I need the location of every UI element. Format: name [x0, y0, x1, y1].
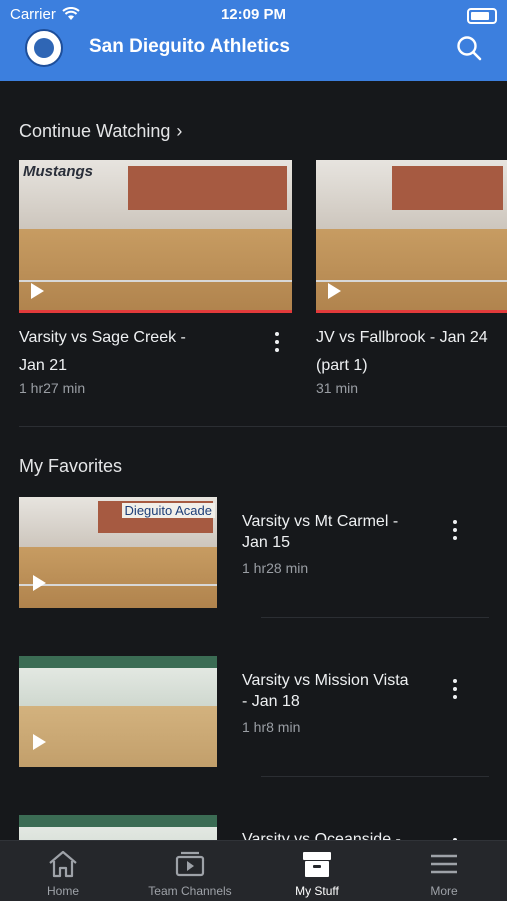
video-thumbnail[interactable] — [316, 160, 507, 313]
status-bar: Carrier 12:09 PM — [0, 6, 507, 26]
video-title: Varsity vs Mission Vista - Jan 18 — [242, 670, 442, 712]
continue-watching-title: Continue Watching — [19, 121, 171, 141]
favorite-item-2[interactable]: Varsity vs Mission Vista - Jan 18 1 hr8 … — [19, 656, 489, 776]
app-header: Carrier 12:09 PM San Dieguito Athletics — [0, 0, 507, 81]
tab-label: Home — [46, 884, 79, 898]
video-duration: 1 hr27 min — [19, 380, 86, 396]
tab-home[interactable]: Home — [0, 841, 126, 901]
play-icon — [328, 283, 341, 299]
archive-icon — [303, 852, 331, 877]
video-title: JV vs Fallbrook - Jan 24 (part 1) — [316, 324, 507, 380]
video-title-line1: Varsity vs Mt Carmel - — [242, 513, 399, 530]
section-divider — [19, 426, 507, 427]
thumbnail-rail — [316, 280, 507, 303]
tv-icon — [175, 851, 205, 877]
watch-progress — [316, 310, 507, 313]
continue-watching-header[interactable]: Continue Watching › — [19, 121, 182, 142]
tab-label: My Stuff — [295, 884, 339, 898]
tab-label: More — [430, 884, 458, 898]
video-thumbnail[interactable] — [19, 815, 217, 840]
favorite-item-3[interactable]: Varsity vs Oceanside - — [19, 815, 489, 840]
thumbnail-rail — [19, 280, 292, 303]
tab-team-channels[interactable]: Team Channels — [127, 841, 253, 901]
video-title-line2: Jan 15 — [242, 534, 291, 551]
video-title-line2: Jan 21 — [19, 357, 68, 374]
continue-card-2[interactable]: JV vs Fallbrook - Jan 24 (part 1) 31 min — [316, 160, 507, 400]
home-icon — [49, 850, 77, 878]
more-options-icon[interactable] — [452, 679, 458, 701]
video-title-line1: Varsity vs Sage Creek - — [19, 329, 186, 346]
battery-icon — [467, 8, 497, 24]
search-icon[interactable] — [456, 35, 482, 61]
more-options-icon[interactable] — [274, 332, 280, 354]
app-title: San Dieguito Athletics — [89, 36, 290, 57]
video-duration: 1 hr8 min — [242, 719, 301, 735]
tab-label: Team Channels — [148, 884, 232, 898]
favorite-item-1[interactable]: Dieguito Acade Varsity vs Mt Carmel - Ja… — [19, 497, 489, 617]
school-logo — [25, 29, 63, 67]
more-options-icon[interactable] — [452, 520, 458, 542]
video-duration: 31 min — [316, 380, 359, 396]
favorites-title: My Favorites — [19, 456, 123, 476]
video-thumbnail[interactable] — [19, 656, 217, 767]
play-icon — [31, 283, 44, 299]
play-icon — [33, 575, 46, 591]
video-title: Varsity vs Sage Creek - Jan 21 — [19, 324, 249, 380]
tab-my-stuff[interactable]: My Stuff — [254, 841, 380, 901]
thumbnail-rail — [19, 583, 217, 602]
video-thumbnail[interactable]: Mustangs — [19, 160, 292, 313]
chevron-right-icon: › — [176, 121, 183, 141]
play-icon — [33, 734, 46, 750]
menu-icon — [431, 854, 457, 874]
video-title-line2: (part 1) — [316, 357, 368, 374]
item-divider — [261, 776, 489, 777]
video-title-line1: JV vs Fallbrook - Jan 24 — [316, 329, 488, 346]
thumbnail-stands — [316, 160, 507, 229]
item-divider — [261, 617, 489, 618]
video-title: Varsity vs Oceanside - — [242, 831, 401, 840]
status-time: 12:09 PM — [220, 6, 287, 23]
video-thumbnail[interactable]: Dieguito Acade — [19, 497, 217, 608]
video-title-line1: Varsity vs Mission Vista — [242, 672, 409, 689]
tab-bar: Home Team Channels My Stuff More — [0, 840, 507, 901]
watch-progress — [19, 310, 292, 313]
thumbnail-stands — [19, 656, 217, 706]
thumbnail-stands — [19, 815, 217, 840]
thumbnail-court — [19, 705, 217, 767]
video-duration: 1 hr28 min — [242, 560, 309, 576]
continue-card-1[interactable]: Mustangs Varsity vs Sage Creek - Jan 21 … — [19, 160, 292, 400]
thumbnail-banner: Mustangs — [23, 163, 94, 180]
thumbnail-banner: Dieguito Acade — [121, 503, 215, 518]
tab-more[interactable]: More — [381, 841, 507, 901]
video-title: Varsity vs Mt Carmel - Jan 15 — [242, 511, 432, 553]
video-title-line2: - Jan 18 — [242, 693, 300, 710]
